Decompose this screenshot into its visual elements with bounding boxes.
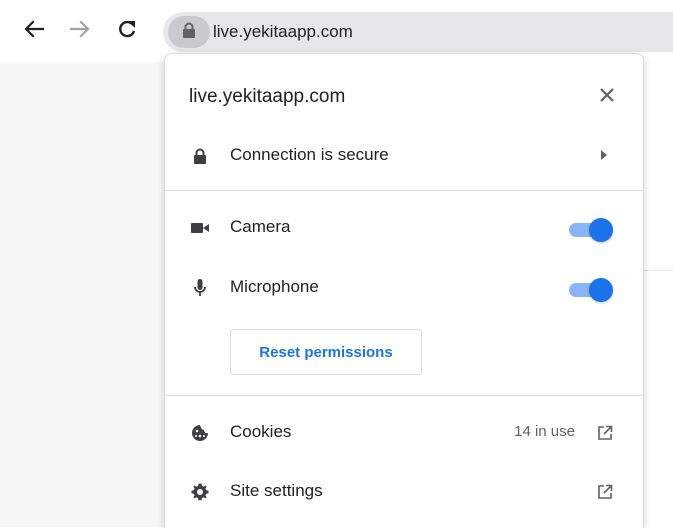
reload-icon — [116, 18, 138, 45]
caret-right-icon — [597, 148, 611, 162]
cookie-icon — [189, 423, 211, 443]
forward-arrow-icon — [69, 18, 91, 45]
microphone-icon — [189, 278, 211, 298]
permission-row-camera: Camera — [165, 200, 643, 256]
close-button[interactable] — [593, 83, 621, 111]
camera-icon — [189, 218, 211, 238]
popup-title: live.yekitaapp.com — [189, 86, 346, 107]
address-bar[interactable]: live.yekitaapp.com — [163, 12, 673, 52]
camera-label: Camera — [230, 217, 291, 236]
cookies-label: Cookies — [230, 422, 292, 441]
external-link-icon — [595, 482, 615, 502]
gear-icon — [189, 482, 211, 502]
close-icon — [600, 87, 614, 107]
cookies-row[interactable]: Cookies 14 in use — [165, 405, 643, 461]
back-arrow-icon — [23, 18, 45, 45]
lock-icon — [189, 146, 211, 166]
permission-row-microphone: Microphone — [165, 260, 643, 316]
toggle-knob — [589, 218, 613, 242]
cookies-count: 14 in use — [514, 423, 575, 440]
back-button[interactable] — [20, 17, 48, 45]
lock-icon — [182, 22, 196, 43]
reset-permissions-button[interactable]: Reset permissions — [230, 329, 422, 375]
camera-toggle[interactable] — [567, 218, 613, 242]
address-bar-url[interactable]: live.yekitaapp.com — [213, 22, 353, 42]
external-link-icon — [595, 423, 615, 443]
microphone-toggle[interactable] — [567, 278, 613, 302]
reload-button[interactable] — [113, 17, 141, 45]
site-info-button[interactable] — [168, 16, 210, 48]
site-info-popup: live.yekitaapp.com Connection is secure — [164, 53, 644, 528]
connection-row[interactable]: Connection is secure — [165, 128, 643, 184]
connection-label: Connection is secure — [230, 145, 389, 164]
separator — [165, 190, 643, 191]
toggle-knob — [589, 278, 613, 302]
forward-button[interactable] — [66, 17, 94, 45]
site-settings-label: Site settings — [230, 481, 323, 500]
site-settings-row[interactable]: Site settings — [165, 464, 643, 520]
separator — [165, 395, 643, 396]
microphone-label: Microphone — [230, 277, 319, 296]
